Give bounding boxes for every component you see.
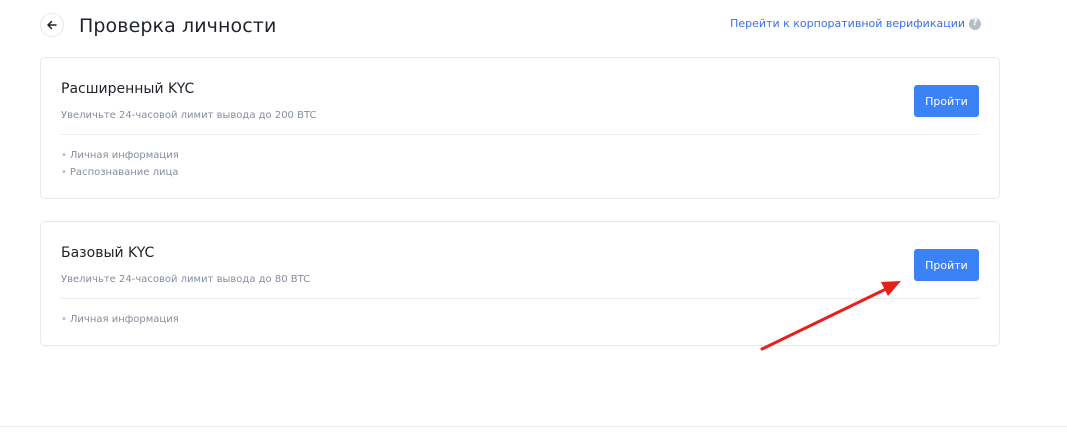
- list-item: • Распознавание лица: [61, 164, 179, 181]
- question-circle-icon[interactable]: ?: [969, 17, 981, 30]
- requirements-list: • Личная информация • Распознавание лица: [61, 147, 179, 181]
- list-item-label: Распознавание лица: [69, 167, 179, 178]
- list-item-label: Личная информация: [69, 314, 179, 325]
- arrow-left-icon: [47, 20, 57, 30]
- bullet: •: [61, 150, 67, 161]
- card-divider: [61, 298, 979, 299]
- card-subtitle: Увеличьте 24-часовой лимит вывода до 200…: [61, 110, 317, 121]
- bullet: •: [61, 314, 67, 325]
- advanced-kyc-start-button[interactable]: Пройти: [914, 85, 979, 117]
- list-item: • Личная информация: [61, 147, 179, 164]
- card-title: Расширенный KYC: [61, 81, 195, 97]
- list-item-label: Личная информация: [69, 150, 179, 161]
- card-subtitle: Увеличьте 24-часовой лимит вывода до 80 …: [61, 274, 311, 285]
- page-title: Проверка личности: [79, 15, 277, 37]
- card-divider: [61, 134, 979, 135]
- basic-kyc-card: Базовый KYC Увеличьте 24-часовой лимит в…: [40, 221, 1000, 346]
- back-button[interactable]: [40, 13, 64, 37]
- corporate-verification-link[interactable]: Перейти к корпоративной верификации ?: [730, 17, 981, 30]
- footer-divider: [0, 426, 1067, 427]
- advanced-kyc-card: Расширенный KYC Увеличьте 24-часовой лим…: [40, 57, 1000, 199]
- basic-kyc-start-button[interactable]: Пройти: [914, 249, 979, 281]
- corporate-verification-link-label: Перейти к корпоративной верификации: [730, 17, 965, 30]
- card-title: Базовый KYC: [61, 245, 155, 261]
- bullet: •: [61, 167, 67, 178]
- requirements-list: • Личная информация: [61, 311, 179, 328]
- list-item: • Личная информация: [61, 311, 179, 328]
